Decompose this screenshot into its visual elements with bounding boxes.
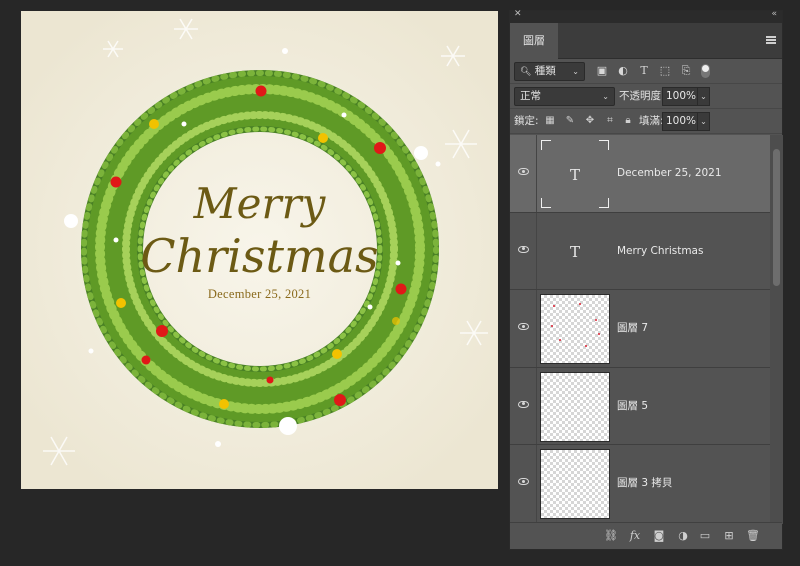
image-layer-thumbnail	[540, 449, 610, 520]
berry-dot	[585, 345, 587, 348]
image-layer-thumbnail	[540, 371, 610, 442]
card-date: December 25, 2021	[207, 287, 312, 301]
collapse-icon[interactable]: «	[771, 9, 777, 19]
image-filter-icon[interactable]: ▣	[596, 65, 608, 77]
trash-icon[interactable]: 🗑︎	[746, 529, 760, 543]
type-filter-icon[interactable]: T	[638, 65, 650, 77]
opacity-label: 不透明度:	[619, 90, 665, 102]
lock-all-icon[interactable]: 🔒︎	[622, 115, 634, 127]
layer-divider	[536, 367, 537, 445]
lock-artboard-icon[interactable]: ⌗	[604, 115, 616, 127]
eye-icon[interactable]	[518, 323, 529, 331]
card-title-christmas: Christmas	[140, 229, 379, 283]
filter-search-icon: 🔍︎	[520, 67, 532, 77]
chevron-down-icon: ⌄	[572, 67, 579, 76]
berry-dot	[553, 305, 555, 308]
text-layer-thumbnail: T	[540, 217, 610, 287]
opacity-chevron-icon[interactable]: ⌄	[697, 87, 710, 106]
fx-icon[interactable]: fx	[628, 529, 642, 543]
card-title-merry: Merry	[193, 179, 326, 228]
close-icon[interactable]: ✕	[514, 9, 522, 19]
berry-dot	[598, 333, 600, 336]
photoshop-workspace: Merry Christmas December 25, 2021 ✕ « 圖層…	[0, 0, 800, 566]
layer-name[interactable]: Merry Christmas	[617, 213, 703, 290]
eye-icon[interactable]	[518, 245, 529, 253]
layer-filter-select[interactable]: 🔍︎ 種類 ⌄	[514, 62, 585, 81]
fill-chevron-icon[interactable]: ⌄	[697, 112, 710, 131]
panel-menu-icon[interactable]	[766, 36, 776, 44]
layer-name[interactable]: 圖層 7	[617, 290, 648, 367]
filter-kind-label: 種類	[534, 65, 556, 77]
eye-icon[interactable]	[518, 168, 529, 175]
panel-title-strip: ✕ «	[510, 9, 782, 23]
layer-name[interactable]: December 25, 2021	[617, 135, 722, 212]
blend-row: 正常 ⌄ 不透明度: 100% ⌄	[510, 84, 782, 109]
berry-dot	[551, 325, 553, 328]
type-thumb-glyph: T	[569, 242, 580, 261]
berry-dot	[595, 319, 597, 322]
layer-row[interactable]: 圖層 5	[510, 367, 770, 446]
layer-name[interactable]: 圖層 5	[617, 368, 648, 445]
lock-label: 鎖定:	[514, 115, 539, 127]
frame-corner	[599, 198, 609, 208]
chevron-down-icon: ⌄	[602, 92, 609, 101]
berry-dot	[559, 339, 561, 342]
layers-scrollbar-thumb[interactable]	[773, 149, 780, 286]
eye-icon[interactable]	[518, 478, 529, 486]
document-canvas[interactable]: Merry Christmas December 25, 2021	[21, 11, 498, 489]
lock-row: 鎖定: ▦ ✎ ✥ ⌗ 🔒︎ 填滿: 100% ⌄	[510, 109, 782, 134]
type-thumb-glyph: T	[569, 166, 580, 184]
frame-corner	[541, 198, 551, 208]
mask-icon[interactable]: ◙	[652, 529, 666, 543]
text-layer-thumbnail: T	[540, 139, 610, 209]
frame-corner	[541, 140, 551, 150]
lock-paint-icon[interactable]: ✎	[564, 115, 576, 127]
layer-row[interactable]: 圖層 3 拷貝	[510, 445, 770, 523]
eye-icon[interactable]	[518, 400, 529, 408]
frame-corner	[599, 140, 609, 150]
panel-tab-bar: 圖層	[510, 23, 782, 59]
folder-icon[interactable]: ▭	[698, 529, 712, 543]
lock-move-icon[interactable]: ✥	[584, 115, 596, 127]
adjustment-layer-icon[interactable]: ◑	[676, 529, 690, 543]
layer-row[interactable]: T December 25, 2021	[510, 135, 770, 213]
layers-bottom-toolbar: ⛓︎ fx ◙ ◑ ▭ ⊞ 🗑︎	[510, 522, 782, 549]
blend-mode-select[interactable]: 正常 ⌄	[514, 87, 615, 106]
adjustment-filter-icon[interactable]: ◐	[617, 65, 629, 77]
image-layer-thumbnail	[540, 294, 610, 365]
layer-divider	[536, 290, 537, 367]
layer-row[interactable]: T Merry Christmas	[510, 212, 770, 291]
blend-mode-value: 正常	[520, 90, 541, 102]
layers-list: T December 25, 2021 T Merry Christmas 圖層…	[510, 135, 770, 524]
opacity-input[interactable]: 100%	[662, 87, 698, 106]
filter-toggle-icon[interactable]	[701, 64, 710, 78]
layer-divider	[536, 445, 537, 522]
smart-object-filter-icon[interactable]: ⎘	[680, 65, 692, 77]
layer-name[interactable]: 圖層 3 拷貝	[617, 445, 672, 522]
layer-row[interactable]: 圖層 7	[510, 290, 770, 368]
berry-dot	[579, 303, 581, 306]
shape-filter-icon[interactable]: ⬚	[659, 65, 671, 77]
fill-label: 填滿:	[639, 115, 664, 127]
filter-row: 🔍︎ 種類 ⌄ ▣ ◐ T ⬚ ⎘	[510, 59, 782, 84]
fill-input[interactable]: 100%	[662, 112, 698, 131]
link-icon[interactable]: ⛓︎	[604, 529, 618, 543]
layer-divider	[536, 212, 537, 290]
lock-transparent-icon[interactable]: ▦	[544, 115, 556, 127]
tab-layers[interactable]: 圖層	[510, 23, 558, 59]
layer-divider	[536, 135, 537, 212]
new-layer-icon[interactable]: ⊞	[722, 529, 736, 543]
layers-panel: ✕ « 圖層 🔍︎ 種類 ⌄ ▣ ◐ T ⬚ ⎘ 正常 ⌄ 不透明度: 100%…	[509, 9, 783, 550]
